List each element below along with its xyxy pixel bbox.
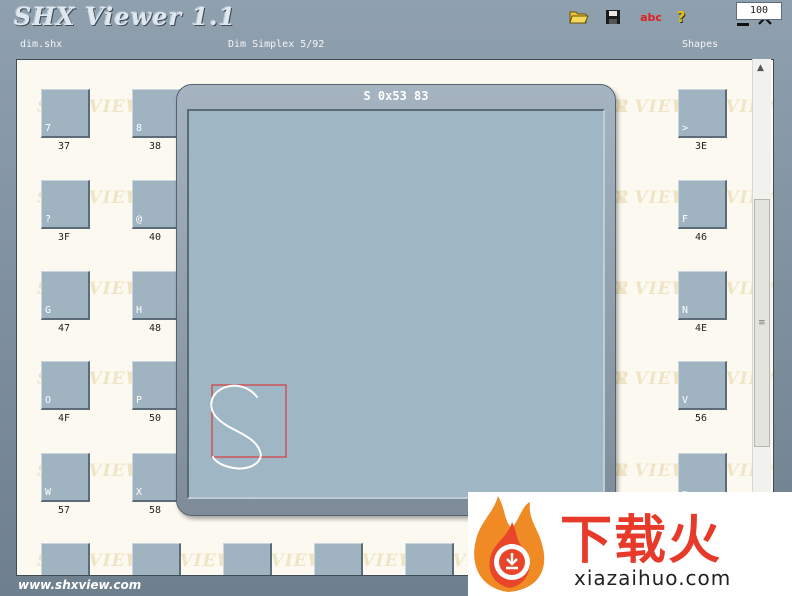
title-bar: SHX Viewer 1.1 abc ? bbox=[0, 0, 792, 36]
shape-tile[interactable]: X bbox=[132, 453, 181, 502]
website-link[interactable]: www.shxview.com bbox=[18, 578, 141, 592]
shape-code: 50 bbox=[148, 413, 162, 424]
shx-viewer-window: SHX Viewer 1.1 abc ? dim.shx Dim Simplex… bbox=[0, 0, 792, 596]
mode-label: Shapes bbox=[682, 39, 719, 50]
shape-tile[interactable]: 7 bbox=[41, 89, 90, 138]
shape-tile[interactable]: O bbox=[41, 361, 90, 410]
font-info: Dim Simplex 5/92 bbox=[228, 39, 325, 50]
shape-code: 3F bbox=[57, 232, 71, 243]
shape-tile[interactable]: P bbox=[132, 361, 181, 410]
preview-title: S 0x53 83 bbox=[363, 89, 429, 103]
shape-code: 56 bbox=[694, 413, 708, 424]
shape-code: 47 bbox=[57, 323, 71, 334]
shape-tile[interactable] bbox=[223, 543, 272, 575]
shape-tile[interactable]: W bbox=[41, 453, 90, 502]
shape-code: 38 bbox=[148, 141, 162, 152]
shape-glyph: > bbox=[682, 123, 689, 134]
folder-open-icon[interactable] bbox=[568, 7, 590, 27]
shape-code: 58 bbox=[148, 505, 162, 516]
shape-glyph: @ bbox=[136, 214, 143, 225]
shape-code: 4F bbox=[57, 413, 71, 424]
shape-tile[interactable] bbox=[405, 543, 454, 575]
shape-preview-window[interactable]: S 0x53 83 bbox=[176, 84, 616, 516]
shape-tile[interactable] bbox=[41, 543, 90, 575]
shape-tile[interactable] bbox=[132, 543, 181, 575]
shape-tile[interactable]: @ bbox=[132, 180, 181, 229]
shape-glyph: 8 bbox=[136, 123, 143, 134]
shape-glyph: H bbox=[136, 305, 143, 316]
shape-tile[interactable]: N bbox=[678, 271, 727, 320]
shape-tile[interactable]: F bbox=[678, 180, 727, 229]
logo-cn: 下载火 bbox=[560, 511, 723, 571]
shape-tile[interactable] bbox=[314, 543, 363, 575]
shape-glyph: P bbox=[136, 395, 143, 406]
shape-count: 100 bbox=[736, 2, 782, 20]
shape-glyph: O bbox=[45, 395, 52, 406]
shape-code: 57 bbox=[57, 505, 71, 516]
logo-watermark: 下载火 xiazaihuo.com bbox=[468, 492, 792, 596]
shape-glyph: F bbox=[682, 214, 689, 225]
glyph-s-stroke bbox=[210, 384, 263, 470]
shape-tile[interactable]: V bbox=[678, 361, 727, 410]
shape-tile[interactable]: G bbox=[41, 271, 90, 320]
shape-code: 48 bbox=[148, 323, 162, 334]
font-preview-button[interactable]: abc bbox=[638, 7, 664, 27]
flame-logo-icon bbox=[474, 496, 545, 592]
glyph-bounding-box bbox=[211, 384, 287, 458]
shape-tile[interactable]: ? bbox=[41, 180, 90, 229]
shape-glyph: ? bbox=[45, 214, 52, 225]
shape-glyph: V bbox=[682, 395, 689, 406]
shape-glyph: W bbox=[45, 487, 52, 498]
status-strip: dim.shx Dim Simplex 5/92 Shapes bbox=[14, 36, 778, 56]
shape-code: 3E bbox=[694, 141, 708, 152]
shape-glyph: N bbox=[682, 305, 689, 316]
help-button[interactable]: ? bbox=[670, 7, 692, 27]
preview-canvas bbox=[187, 109, 605, 499]
floppy-save-icon[interactable] bbox=[602, 7, 624, 27]
shape-code: 4E bbox=[694, 323, 708, 334]
shape-tile[interactable]: 8 bbox=[132, 89, 181, 138]
shape-tile[interactable]: > bbox=[678, 89, 727, 138]
scroll-up-icon[interactable]: ▲ bbox=[757, 63, 764, 73]
shape-glyph: 7 bbox=[45, 123, 52, 134]
scroll-thumb[interactable]: ≡ bbox=[754, 199, 770, 447]
logo-en: xiazaihuo.com bbox=[574, 566, 732, 590]
shape-tile[interactable]: H bbox=[132, 271, 181, 320]
shape-glyph: X bbox=[136, 487, 143, 498]
shape-code: 40 bbox=[148, 232, 162, 243]
shape-code: 46 bbox=[694, 232, 708, 243]
file-name: dim.shx bbox=[20, 39, 63, 50]
shape-glyph: G bbox=[45, 305, 52, 316]
grip-icon: ≡ bbox=[758, 318, 766, 328]
app-title: SHX Viewer 1.1 bbox=[14, 2, 237, 31]
shape-code: 37 bbox=[57, 141, 71, 152]
